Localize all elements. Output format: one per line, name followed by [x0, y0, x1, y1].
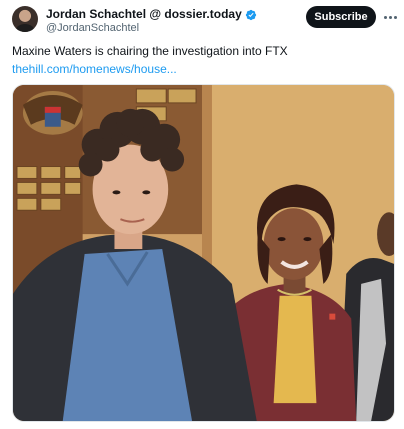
- verified-badge-icon: [245, 8, 257, 21]
- author-handle[interactable]: @JordanSchachtel: [46, 22, 139, 34]
- tweet-text: Maxine Waters is chairing the investigat…: [12, 44, 288, 58]
- tweet-card: Jordan Schachtel @ dossier.today @Jordan…: [0, 0, 404, 429]
- more-options-icon[interactable]: [382, 10, 398, 24]
- eagle-emblem: [22, 90, 83, 135]
- subscribe-button[interactable]: Subscribe: [306, 6, 376, 28]
- avatar[interactable]: [12, 6, 38, 32]
- tweet-link[interactable]: thehill.com/homenews/house...: [12, 62, 177, 76]
- author-display-name[interactable]: Jordan Schachtel @ dossier.today: [46, 7, 242, 21]
- tweet-photo[interactable]: [12, 84, 395, 422]
- author-name-row: Jordan Schachtel @ dossier.today: [46, 7, 257, 21]
